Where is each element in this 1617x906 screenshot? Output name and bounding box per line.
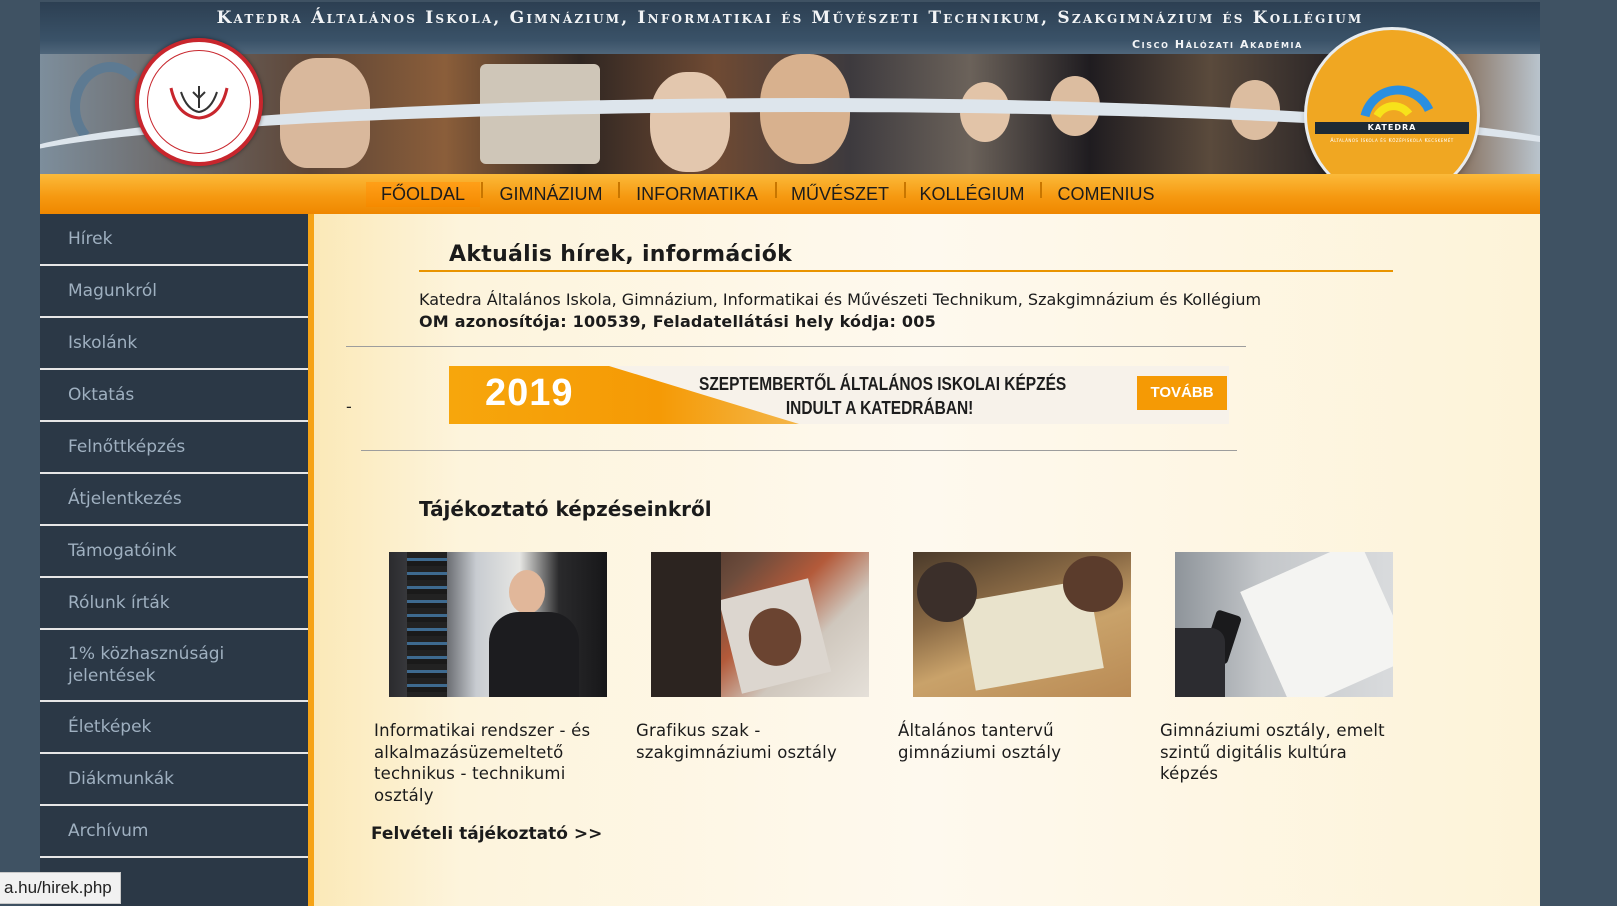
accredited-talent-point-badge — [135, 38, 263, 166]
cisco-academy-label: Cisco Hálózati Akadémia — [1132, 38, 1303, 51]
sidebar-item-iskolank[interactable]: Iskolánk — [40, 318, 308, 370]
admission-info-link[interactable]: Felvételi tájékoztató >> — [371, 824, 602, 844]
course-caption-general[interactable]: Általános tantervű gimnáziumi osztály — [898, 720, 1148, 763]
sidebar-item-kozhasznusagi[interactable]: 1% közhasznúsági jelentések — [40, 630, 308, 702]
course-image-it[interactable] — [389, 552, 607, 697]
news-banner[interactable]: 2019 SZEPTEMBERTŐL ÁLTALÁNOS ISKOLAI KÉP… — [449, 366, 1229, 424]
banner-subheadline: INDULT A KATEDRÁBAN! — [785, 398, 974, 418]
nav-separator — [618, 182, 620, 198]
nav-separator — [481, 182, 483, 198]
top-navigation: FŐOLDAL GIMNÁZIUM INFORMATIKA MŰVÉSZET K… — [40, 174, 1540, 214]
nav-kollegium[interactable]: KOLLÉGIUM — [916, 182, 1028, 207]
school-title: Katedra Általános Iskola, Gimnázium, Inf… — [216, 8, 1364, 28]
course-caption-graphic[interactable]: Grafikus szak - szakgimnáziumi osztály — [636, 720, 886, 763]
courses-heading: Tájékoztató képzéseinkről — [419, 497, 712, 521]
school-full-name: Katedra Általános Iskola, Gimnázium, Inf… — [419, 290, 1262, 309]
banner-more-button[interactable]: TOVÁBB — [1137, 376, 1227, 410]
nav-separator — [904, 182, 906, 198]
sidebar-item-oktatas[interactable]: Oktatás — [40, 370, 308, 422]
nav-muveszet[interactable]: MŰVÉSZET — [788, 182, 892, 207]
sidebar-item-tamogatoink[interactable]: Támogatóink — [40, 526, 308, 578]
nav-fooldal[interactable]: FŐOLDAL — [366, 182, 480, 207]
katedra-logo[interactable]: KATEDRA Általános Iskola és Középiskola … — [1307, 30, 1477, 176]
sidebar-item-felnottkepzes[interactable]: Felnőttképzés — [40, 422, 308, 474]
katedra-logo-name: KATEDRA — [1367, 123, 1417, 132]
sidebar-menu: Hírek Magunkról Iskolánk Oktatás Felnőtt… — [40, 214, 314, 906]
page: Katedra Általános Iskola, Gimnázium, Inf… — [40, 2, 1540, 906]
sidebar-item-archivum[interactable]: Archívum — [40, 806, 308, 858]
course-caption-digital[interactable]: Gimnáziumi osztály, emelt szintű digitál… — [1160, 720, 1410, 785]
divider — [346, 346, 1246, 347]
banner-year: 2019 — [485, 372, 574, 414]
course-image-graphic[interactable] — [651, 552, 869, 697]
sidebar-item-magunkrol[interactable]: Magunkról — [40, 266, 308, 318]
sidebar-item-rolunk-irtak[interactable]: Rólunk írták — [40, 578, 308, 630]
katedra-logo-subtitle: Általános Iskola és Középiskola Kecskemé… — [1330, 138, 1454, 144]
sidebar-item-eletkepek[interactable]: Életképek — [40, 702, 308, 754]
course-image-general[interactable] — [913, 552, 1131, 697]
nav-separator — [775, 182, 777, 198]
sidebar-item-hirek[interactable]: Hírek — [40, 214, 308, 266]
arc-icon — [1360, 85, 1434, 119]
hands-icon — [169, 86, 229, 120]
nav-comenius[interactable]: COMENIUS — [1052, 182, 1160, 207]
divider — [361, 450, 1237, 451]
news-heading-underline — [419, 270, 1393, 272]
nav-informatika[interactable]: INFORMATIKA — [630, 182, 764, 207]
news-heading: Aktuális hírek, információk — [449, 242, 793, 267]
sidebar-item-atjelentkezes[interactable]: Átjelentkezés — [40, 474, 308, 526]
nav-separator — [1040, 182, 1042, 198]
site-header: Katedra Általános Iskola, Gimnázium, Inf… — [40, 2, 1540, 176]
status-bar-url: a.hu/hirek.php — [0, 872, 121, 904]
course-image-digital[interactable] — [1175, 552, 1393, 697]
om-identifier: OM azonosítója: 100539, Feladatellátási … — [419, 312, 936, 331]
banner-headline: SZEPTEMBERTŐL ÁLTALÁNOS ISKOLAI KÉPZÉS — [699, 374, 1067, 394]
main-content: Aktuális hírek, információk Katedra Álta… — [314, 214, 1540, 906]
nav-gimnazium[interactable]: GIMNÁZIUM — [492, 182, 610, 207]
dash-text: - — [346, 397, 352, 416]
course-caption-it[interactable]: Informatikai rendszer - és alkalmazásüze… — [374, 720, 624, 806]
sidebar-item-diakmunkak[interactable]: Diákmunkák — [40, 754, 308, 806]
